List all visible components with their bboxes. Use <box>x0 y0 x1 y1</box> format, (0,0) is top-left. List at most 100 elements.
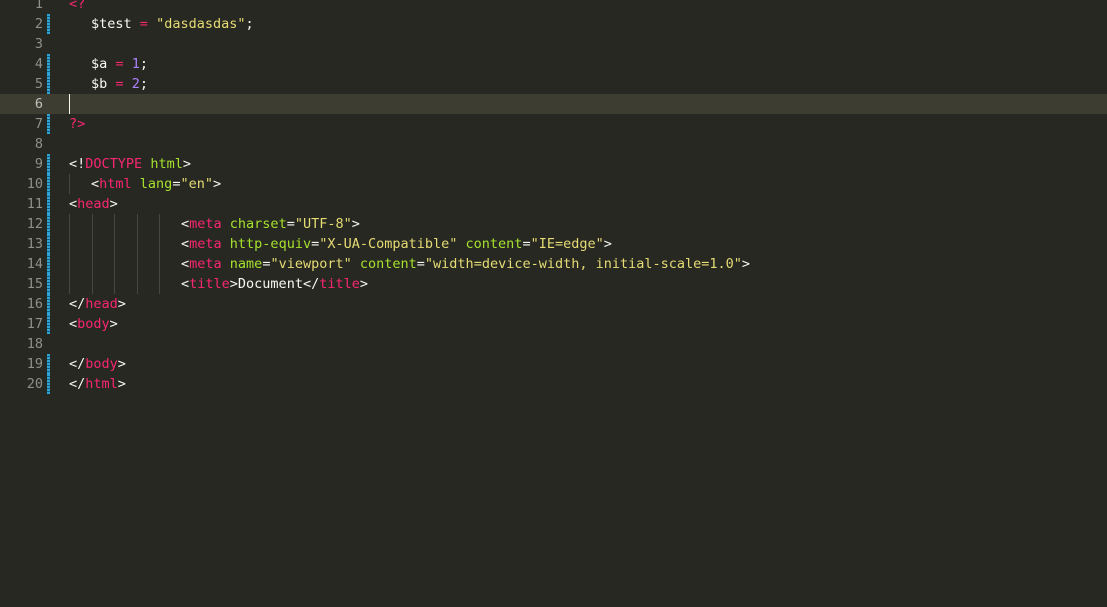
indent-guide <box>137 214 138 234</box>
equals-sign: = <box>286 216 295 232</box>
indent-guide <box>92 274 93 294</box>
line-number: 6 <box>34 96 43 112</box>
code-editor[interactable]: 1 <? 2 $test = "dasdasdas"; 3 4 $a = 1; … <box>0 0 1107 607</box>
modified-line-marker <box>47 74 50 94</box>
html-tag-name: html <box>99 176 132 192</box>
operator: = <box>115 56 124 72</box>
code-line[interactable]: 1 <? <box>0 0 1107 14</box>
html-tag-name: html <box>85 376 118 392</box>
line-number: 5 <box>34 76 43 92</box>
html-tag-name: body <box>85 356 118 372</box>
html-tag-name: body <box>77 316 110 332</box>
line-number: 20 <box>26 376 43 392</box>
code-line[interactable]: 8 <box>0 134 1107 154</box>
modified-line-marker <box>47 114 50 134</box>
code-text: <!DOCTYPE html> <box>69 154 191 174</box>
angle-bracket: </ <box>69 376 86 392</box>
html-tag-name: title <box>189 276 230 292</box>
number-literal: 1 <box>131 56 140 72</box>
indent-guide <box>69 174 70 194</box>
html-tag-name: head <box>85 296 118 312</box>
modified-line-marker <box>47 174 50 194</box>
code-line[interactable]: 12 <meta charset="UTF-8"> <box>0 214 1107 234</box>
angle-bracket: </ <box>69 356 86 372</box>
code-line[interactable]: 13 <meta http-equiv="X-UA-Compatible" co… <box>0 234 1107 254</box>
php-close-tag: ?> <box>69 116 86 132</box>
line-number: 19 <box>26 356 43 372</box>
code-text: <head> <box>69 194 118 214</box>
code-text: </html> <box>69 374 126 394</box>
angle-bracket: < <box>181 236 190 252</box>
modified-line-marker <box>47 254 50 274</box>
angle-bracket: > <box>109 316 118 332</box>
code-text: $a = 1; <box>91 54 148 74</box>
code-text: <meta http-equiv="X-UA-Compatible" conte… <box>181 234 612 254</box>
code-line[interactable]: 18 <box>0 334 1107 354</box>
code-line[interactable]: 14 <meta name="viewport" content="width=… <box>0 254 1107 274</box>
indent-guide <box>114 234 115 254</box>
html-tag-name: head <box>77 196 110 212</box>
string-literal: "dasdasdas" <box>156 16 246 32</box>
modified-line-marker <box>47 354 50 374</box>
semicolon: ; <box>139 76 148 92</box>
code-line[interactable]: 2 $test = "dasdasdas"; <box>0 14 1107 34</box>
operator: = <box>139 16 148 32</box>
indent-guide <box>137 254 138 274</box>
modified-line-marker <box>47 194 50 214</box>
indent-guide <box>137 234 138 254</box>
code-line[interactable]: 7 ?> <box>0 114 1107 134</box>
element-text: Document <box>237 276 303 292</box>
code-text: </body> <box>69 354 126 374</box>
code-line[interactable]: 19 </body> <box>0 354 1107 374</box>
line-number: 18 <box>26 336 43 352</box>
code-line[interactable]: 4 $a = 1; <box>0 54 1107 74</box>
indent-guide <box>92 214 93 234</box>
code-text: ?> <box>69 114 85 134</box>
code-line[interactable]: 15 <title>Document</title> <box>0 274 1107 294</box>
code-line[interactable]: 20 </html> <box>0 374 1107 394</box>
modified-line-marker <box>47 374 50 394</box>
line-number: 11 <box>26 196 43 212</box>
doctype-value: html <box>150 156 183 172</box>
html-tag-name: meta <box>189 216 222 232</box>
equals-sign: = <box>311 236 320 252</box>
modified-line-marker <box>47 54 50 74</box>
angle-bracket: > <box>741 256 751 272</box>
angle-bracket: > <box>117 296 126 312</box>
php-open-tag: <? <box>69 0 86 12</box>
line-number: 16 <box>26 296 43 312</box>
code-line[interactable]: 5 $b = 2; <box>0 74 1107 94</box>
attribute-value: "IE=edge" <box>530 236 604 252</box>
indent-guide <box>114 214 115 234</box>
angle-bracket: > <box>109 196 118 212</box>
code-line[interactable]: 9 <!DOCTYPE html> <box>0 154 1107 174</box>
code-line[interactable]: 11 <head> <box>0 194 1107 214</box>
variable: $test <box>91 16 132 32</box>
code-line[interactable]: 3 <box>0 34 1107 54</box>
angle-bracket: > <box>117 356 126 372</box>
code-line[interactable]: 16 </head> <box>0 294 1107 314</box>
code-line[interactable]: 17 <body> <box>0 314 1107 334</box>
angle-bracket: > <box>359 276 368 292</box>
attribute-name: charset <box>229 216 287 232</box>
current-code-line[interactable]: 6 <box>0 94 1107 114</box>
indent-guide <box>159 254 160 274</box>
line-number: 8 <box>34 136 43 152</box>
attribute-name: http-equiv <box>229 236 312 252</box>
line-number: 15 <box>26 276 43 292</box>
angle-bracket: < <box>181 216 190 232</box>
indent-guide <box>69 234 70 254</box>
indent-guide <box>137 274 138 294</box>
html-tag-name: title <box>319 276 360 292</box>
attribute-name: lang <box>139 176 173 192</box>
indent-guide <box>92 234 93 254</box>
code-line[interactable]: 10 <html lang="en"> <box>0 174 1107 194</box>
code-text: <meta name="viewport" content="width=dev… <box>181 254 750 274</box>
angle-bracket: > <box>351 216 360 232</box>
semicolon: ; <box>245 16 254 32</box>
angle-bracket: < <box>69 196 78 212</box>
line-number: 17 <box>26 316 43 332</box>
line-number: 13 <box>26 236 43 252</box>
line-number: 7 <box>34 116 43 132</box>
variable: $a <box>91 56 108 72</box>
